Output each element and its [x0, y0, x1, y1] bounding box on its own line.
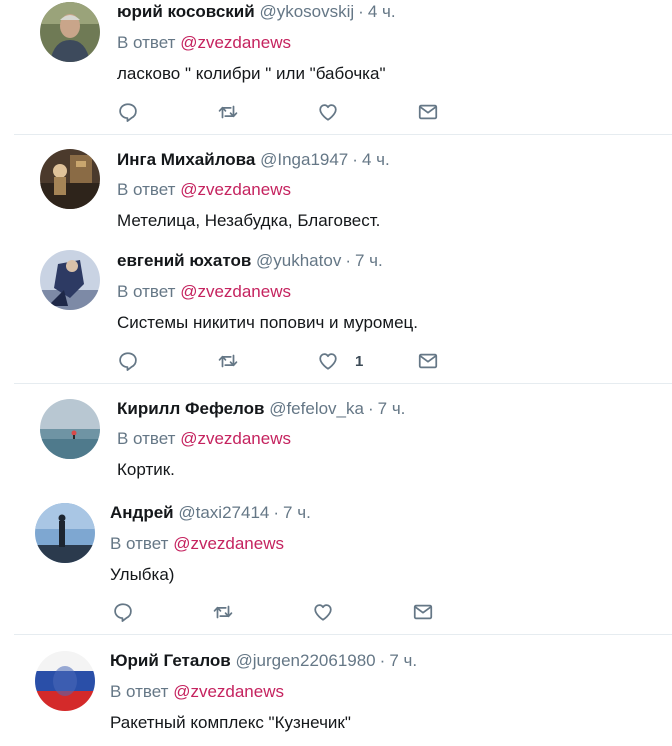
mention-link[interactable]: @zvezdanews: [173, 682, 284, 701]
avatar[interactable]: [35, 651, 95, 711]
heart-icon: [317, 350, 339, 372]
like-button[interactable]: 1: [317, 349, 363, 373]
tweet-text: Системы никитич попович и муромец.: [117, 313, 418, 332]
author-name[interactable]: Андрей: [110, 503, 174, 522]
envelope-icon: [412, 601, 434, 623]
separator-dot: ·: [379, 651, 386, 670]
tweet-text: ласково " колибри " или "бабочка": [117, 64, 386, 83]
tweet-header: евгений юхатов @yukhatov · 7 ч.: [117, 250, 383, 272]
reply-context: В ответ @zvezdanews: [117, 179, 291, 201]
retweet-arrows-icon: [212, 601, 234, 623]
speech-bubble-icon: [117, 350, 139, 372]
author-handle[interactable]: @Inga1947: [260, 150, 348, 169]
reply-prefix: В ответ: [117, 33, 176, 52]
tweet-text: Ракетный комплекс "Кузнечик": [110, 713, 351, 732]
reply-context: В ответ @zvezdanews: [117, 281, 291, 303]
reply-context: В ответ @zvezdanews: [110, 681, 284, 703]
author-handle[interactable]: @yukhatov: [256, 251, 341, 270]
tweet-text: Метелица, Незабудка, Благовест.: [117, 211, 381, 230]
retweet-arrows-icon: [217, 101, 239, 123]
author-name[interactable]: Кирилл Фефелов: [117, 399, 264, 418]
separator-dot: ·: [273, 503, 280, 522]
author-name[interactable]: юрий косовский: [117, 2, 255, 21]
direct-message-button[interactable]: [417, 349, 439, 373]
separator-dot: ·: [358, 2, 364, 21]
author-name[interactable]: Инга Михайлова: [117, 150, 255, 169]
retweet-button[interactable]: [217, 349, 239, 373]
author-handle[interactable]: @jurgen22061980: [235, 651, 375, 670]
separator-dot: ·: [367, 399, 374, 418]
divider: [14, 634, 672, 635]
reply-button[interactable]: [112, 600, 134, 624]
timestamp[interactable]: 7 ч.: [378, 399, 406, 418]
retweet-arrows-icon: [217, 350, 239, 372]
mention-link[interactable]: @zvezdanews: [180, 180, 291, 199]
divider: [14, 134, 672, 135]
timestamp[interactable]: 7 ч.: [355, 251, 383, 270]
reply-button[interactable]: [117, 349, 139, 373]
avatar[interactable]: [40, 399, 100, 459]
separator-dot: ·: [345, 251, 351, 270]
author-handle[interactable]: @ykosovskij: [259, 2, 354, 21]
like-count: 1: [355, 352, 364, 370]
reply-prefix: В ответ: [110, 534, 169, 553]
reply-button[interactable]: [117, 100, 139, 124]
timestamp[interactable]: 7 ч.: [389, 651, 417, 670]
reply-prefix: В ответ: [117, 180, 176, 199]
reply-context: В ответ @zvezdanews: [117, 32, 291, 54]
heart-icon: [317, 101, 339, 123]
tweet-header: юрий косовский @ykosovskij · 4 ч.: [117, 1, 396, 23]
tweet-text: Улыбка): [110, 565, 175, 584]
envelope-icon: [417, 350, 439, 372]
divider: [14, 383, 672, 384]
tweet-text: Кортик.: [117, 460, 175, 479]
retweet-button[interactable]: [217, 100, 239, 124]
retweet-button[interactable]: [212, 600, 234, 624]
mention-link[interactable]: @zvezdanews: [180, 429, 291, 448]
author-handle[interactable]: @taxi27414: [178, 503, 269, 522]
tweet-header: Юрий Геталов @jurgen22061980 · 7 ч.: [110, 650, 417, 672]
author-name[interactable]: евгений юхатов: [117, 251, 251, 270]
heart-icon: [312, 601, 334, 623]
mention-link[interactable]: @zvezdanews: [173, 534, 284, 553]
reply-prefix: В ответ: [117, 429, 176, 448]
envelope-icon: [417, 101, 439, 123]
author-name[interactable]: Юрий Геталов: [110, 651, 231, 670]
direct-message-button[interactable]: [412, 600, 434, 624]
timestamp[interactable]: 4 ч.: [368, 2, 396, 21]
avatar[interactable]: [40, 250, 100, 310]
like-button[interactable]: [312, 600, 334, 624]
reply-context: В ответ @zvezdanews: [110, 533, 284, 555]
separator-dot: ·: [352, 150, 358, 169]
tweet-header: Инга Михайлова @Inga1947 · 4 ч.: [117, 149, 390, 171]
avatar[interactable]: [40, 2, 100, 62]
timestamp[interactable]: 7 ч.: [283, 503, 311, 522]
like-button[interactable]: [317, 100, 339, 124]
timestamp[interactable]: 4 ч.: [362, 150, 390, 169]
mention-link[interactable]: @zvezdanews: [180, 282, 291, 301]
direct-message-button[interactable]: [417, 100, 439, 124]
speech-bubble-icon: [112, 601, 134, 623]
tweet-header: Андрей @taxi27414 · 7 ч.: [110, 502, 311, 524]
reply-prefix: В ответ: [117, 282, 176, 301]
avatar[interactable]: [35, 503, 95, 563]
tweet-header: Кирилл Фефелов @fefelov_ka · 7 ч.: [117, 398, 405, 420]
author-handle[interactable]: @fefelov_ka: [269, 399, 364, 418]
reply-prefix: В ответ: [110, 682, 169, 701]
speech-bubble-icon: [117, 101, 139, 123]
reply-context: В ответ @zvezdanews: [117, 428, 291, 450]
mention-link[interactable]: @zvezdanews: [180, 33, 291, 52]
avatar[interactable]: [40, 149, 100, 209]
